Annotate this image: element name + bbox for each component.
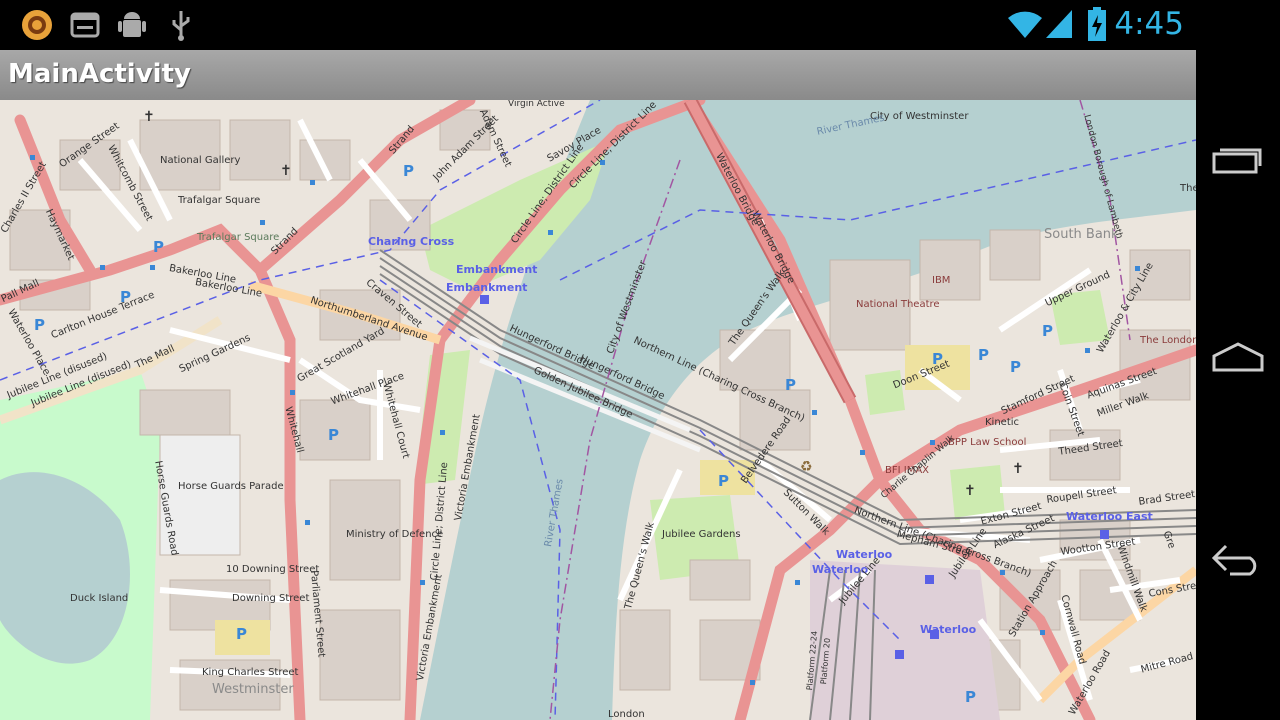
notification-app-icon[interactable]: [20, 8, 54, 42]
recycling-icon[interactable]: ♻: [800, 460, 813, 475]
map-label-station[interactable]: Waterloo East: [1066, 511, 1153, 523]
parking-icon[interactable]: P: [1042, 323, 1053, 340]
map-label-place[interactable]: BPP Law School: [948, 437, 1026, 449]
map-label-street[interactable]: King Charles Street: [202, 667, 298, 679]
navigation-bar: [1196, 0, 1280, 720]
usb-icon[interactable]: [164, 8, 198, 42]
map-label-place[interactable]: National Theatre: [856, 299, 940, 311]
parking-icon[interactable]: P: [34, 317, 45, 334]
map-label-place[interactable]: South Bank: [1044, 228, 1119, 242]
parking-icon[interactable]: P: [403, 163, 414, 180]
map-label-place[interactable]: Jubilee Gardens: [662, 529, 741, 541]
status-bar: 4:45: [0, 0, 1196, 50]
map-label-place[interactable]: Westminster: [212, 683, 294, 697]
battery-charging-icon: [1088, 7, 1106, 41]
wifi-icon: [1008, 11, 1042, 38]
church-icon[interactable]: ✝: [1012, 462, 1024, 477]
android-debug-icon[interactable]: [115, 8, 149, 42]
map-label-place[interactable]: Trafalgar Square: [197, 232, 279, 244]
parking-icon[interactable]: P: [978, 347, 989, 364]
status-clock: 4:45: [1114, 6, 1184, 42]
map-label-place[interactable]: National Gallery: [160, 155, 240, 167]
map-label-place[interactable]: 10 Downing Street: [226, 564, 319, 576]
parking-icon[interactable]: P: [785, 377, 796, 394]
back-icon[interactable]: [1210, 538, 1266, 578]
map-label-station[interactable]: Charing Cross: [368, 236, 454, 248]
map-label-place[interactable]: Duck Island: [70, 593, 128, 605]
map-label-street[interactable]: Trafalgar Square: [178, 195, 260, 207]
home-icon[interactable]: [1210, 338, 1266, 378]
church-icon[interactable]: ✝: [280, 164, 292, 179]
map-label-place[interactable]: Ministry of Defence: [346, 529, 443, 541]
map-label-street[interactable]: The: [1180, 183, 1196, 195]
church-icon[interactable]: ✝: [143, 110, 155, 125]
cell-signal-icon: [1046, 10, 1072, 38]
screen-icon[interactable]: [68, 8, 102, 42]
map-label-street[interactable]: Downing Street: [232, 593, 309, 605]
map-label-place[interactable]: The London Nautical School: [1140, 335, 1196, 347]
map-label-station[interactable]: Waterloo: [836, 549, 892, 561]
map-label-station[interactable]: Embankment: [446, 282, 527, 294]
map-label-place[interactable]: London: [608, 709, 645, 720]
map-label-station[interactable]: Waterloo: [920, 624, 976, 636]
map-label-place[interactable]: Kinetic: [985, 417, 1019, 429]
map-label-place[interactable]: IBM: [932, 275, 950, 287]
map-label-station[interactable]: Embankment: [456, 264, 537, 276]
parking-icon[interactable]: P: [328, 427, 339, 444]
parking-icon[interactable]: P: [1010, 359, 1021, 376]
recent-apps-icon[interactable]: [1210, 140, 1266, 180]
action-bar: MainActivity: [0, 50, 1196, 100]
parking-icon[interactable]: P: [718, 473, 729, 490]
parking-icon[interactable]: P: [965, 689, 976, 706]
map-label-place[interactable]: Virgin Active: [508, 100, 565, 109]
parking-icon[interactable]: P: [153, 239, 164, 256]
church-icon[interactable]: ✝: [964, 484, 976, 499]
parking-icon[interactable]: P: [236, 626, 247, 643]
map-view[interactable]: P P P P P P P P P P P P P National Galle…: [0, 100, 1196, 720]
page-title: MainActivity: [8, 59, 191, 89]
map-label-place[interactable]: Horse Guards Parade: [178, 481, 284, 493]
